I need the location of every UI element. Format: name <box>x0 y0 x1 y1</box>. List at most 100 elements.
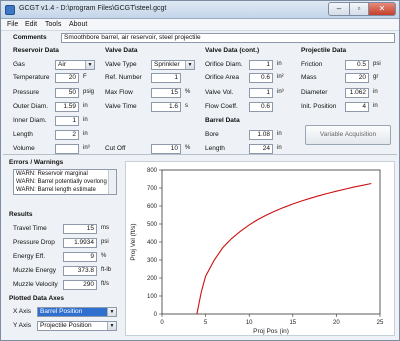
valve-type-label: Valve Type <box>105 61 137 68</box>
inner-diam-label: Inner Diam. <box>13 117 47 124</box>
title-bar[interactable]: GCGT v1.4 - D:\program Files\GCGT\steel.… <box>1 1 399 19</box>
plotted-axes-heading: Plotted Data Axes <box>9 295 65 302</box>
valve-heading: Valve Data <box>105 47 138 54</box>
results-heading: Results <box>9 211 33 218</box>
barrel-heading: Barrel Data <box>205 117 240 124</box>
max-flow-input[interactable]: 15 <box>151 88 181 98</box>
valve-volume-label: Valve Vol. <box>205 89 234 96</box>
mass-label: Mass <box>301 74 317 81</box>
close-button[interactable]: ✕ <box>368 2 396 16</box>
muzzle-energy-unit: ft-lb <box>101 267 112 273</box>
length-label: Length <box>13 131 33 138</box>
x-axis-select[interactable]: Barrel Position ▼ <box>37 307 117 317</box>
muzzle-velocity-label: Muzzle Velocity <box>13 281 58 288</box>
comments-input[interactable]: Smoothbore barrel, air reservoir, steel … <box>61 33 395 43</box>
variable-acquisition-button[interactable]: Variable Acquisition <box>305 125 391 145</box>
y-tick-label: 0 <box>154 312 158 318</box>
y-tick-label: 400 <box>147 240 158 246</box>
y-axis-label: Y Axis <box>13 322 31 329</box>
app-window: GCGT v1.4 - D:\program Files\GCGT\steel.… <box>0 0 400 341</box>
warnings-list[interactable]: WARN: Reservoir marginal WARN: Barrel po… <box>13 169 117 195</box>
init-position-unit: in <box>373 103 378 109</box>
inner-diam-input[interactable]: 1 <box>55 116 79 126</box>
init-position-input[interactable]: 4 <box>345 102 369 112</box>
diameter-input[interactable]: 1.062 <box>345 88 369 98</box>
orifice-diam-input[interactable]: 1 <box>249 60 273 70</box>
bore-input[interactable]: 1.08 <box>249 130 273 140</box>
y-tick-label: 200 <box>147 276 158 282</box>
x-tick-label: 25 <box>377 320 384 326</box>
list-item: WARN: Barrel length estimate <box>16 187 96 193</box>
y-axis-select[interactable]: Projectile Position ▼ <box>37 321 117 331</box>
chevron-down-icon: ▼ <box>85 61 94 69</box>
outer-diam-unit: in <box>83 103 88 109</box>
x-tick-label: 10 <box>246 320 253 326</box>
y-tick-label: 800 <box>147 168 158 174</box>
valve-type-value: Sprinkler <box>154 61 180 68</box>
barrel-length-input[interactable]: 24 <box>249 144 273 154</box>
warnings-scrollbar[interactable] <box>108 170 116 194</box>
chevron-down-icon: ▼ <box>107 308 116 316</box>
reservoir-heading: Reservoir Data <box>13 47 59 54</box>
plot-panel: 0 5 10 15 20 25 0 100 200 300 400 500 600 700 800 Proj … <box>125 161 395 336</box>
valve-time-input[interactable]: 1.6 <box>151 102 181 112</box>
barrel-length-label: Length <box>205 145 225 152</box>
orifice-area-label: Orifice Area <box>205 74 239 81</box>
minimize-button[interactable]: – <box>328 2 350 16</box>
y-tick-label: 600 <box>147 204 158 210</box>
ref-number-label: Ref. Number <box>105 74 142 81</box>
pressure-label: Pressure <box>13 89 40 96</box>
chevron-down-icon: ▼ <box>107 322 116 330</box>
gas-value: Air <box>58 61 66 68</box>
gas-label: Gas <box>13 61 25 68</box>
friction-input[interactable]: 0.5 <box>345 60 369 70</box>
max-flow-label: Max Flow <box>105 89 133 96</box>
travel-time-label: Travel Time <box>13 225 47 232</box>
pressure-drop-value: 1.9934 <box>63 238 97 248</box>
mass-input[interactable]: 20 <box>345 73 369 83</box>
energy-eff-value: 9 <box>63 252 97 262</box>
energy-eff-unit: % <box>101 253 107 259</box>
menu-tools[interactable]: Tools <box>45 21 61 28</box>
app-icon <box>5 5 15 15</box>
velocity-position-chart: 0 5 10 15 20 25 0 100 200 300 400 500 600 700 800 Proj … <box>130 168 384 335</box>
y-tick-label: 100 <box>147 294 158 300</box>
diameter-unit: in <box>373 89 378 95</box>
y-axis-value: Projectile Position <box>40 322 92 329</box>
mass-unit: gr <box>373 74 379 80</box>
menu-file[interactable]: File <box>7 21 18 28</box>
bore-label: Bore <box>205 131 219 138</box>
maximize-button[interactable]: ▫ <box>349 2 369 16</box>
friction-unit: psi <box>373 61 381 67</box>
outer-diam-label: Outer Diam. <box>13 103 49 110</box>
menu-edit[interactable]: Edit <box>25 21 37 28</box>
length-input[interactable]: 2 <box>55 130 79 140</box>
outer-diam-input[interactable]: 1.59 <box>55 102 79 112</box>
valve-volume-input[interactable]: 1 <box>249 88 273 98</box>
cut-off-input[interactable]: 10 <box>151 144 181 154</box>
orifice-diam-label: Orifice Diam. <box>205 61 243 68</box>
x-tick-label: 15 <box>289 320 296 326</box>
friction-label: Friction <box>301 61 323 68</box>
temperature-label: Temperature <box>13 74 50 81</box>
window-title: GCGT v1.4 - D:\program Files\GCGT\steel.… <box>19 5 167 12</box>
pressure-input[interactable]: 50 <box>55 88 79 98</box>
ref-number-input[interactable]: 1 <box>151 73 181 83</box>
menu-about[interactable]: About <box>69 21 87 28</box>
gas-select[interactable]: Air ▼ <box>55 60 95 70</box>
muzzle-velocity-value: 290 <box>63 280 97 290</box>
init-position-label: Init. Position <box>301 103 337 110</box>
flow-coeff-input[interactable]: 0.6 <box>249 102 273 112</box>
bore-unit: in <box>277 131 282 137</box>
valve-type-select[interactable]: Sprinkler ▼ <box>151 60 195 70</box>
orifice-area-input[interactable]: 0.6 <box>249 73 273 83</box>
y-tick-label: 700 <box>147 186 158 192</box>
volume-input[interactable] <box>55 144 79 154</box>
x-axis-label: X Axis <box>13 308 32 315</box>
errors-heading: Errors / Warnings <box>9 159 64 166</box>
energy-eff-label: Energy Eff. <box>13 253 46 260</box>
temperature-input[interactable]: 20 <box>55 73 79 83</box>
muzzle-energy-label: Muzzle Energy <box>13 267 56 274</box>
y-tick-label: 300 <box>147 258 158 264</box>
inner-diam-unit: in <box>83 117 88 123</box>
